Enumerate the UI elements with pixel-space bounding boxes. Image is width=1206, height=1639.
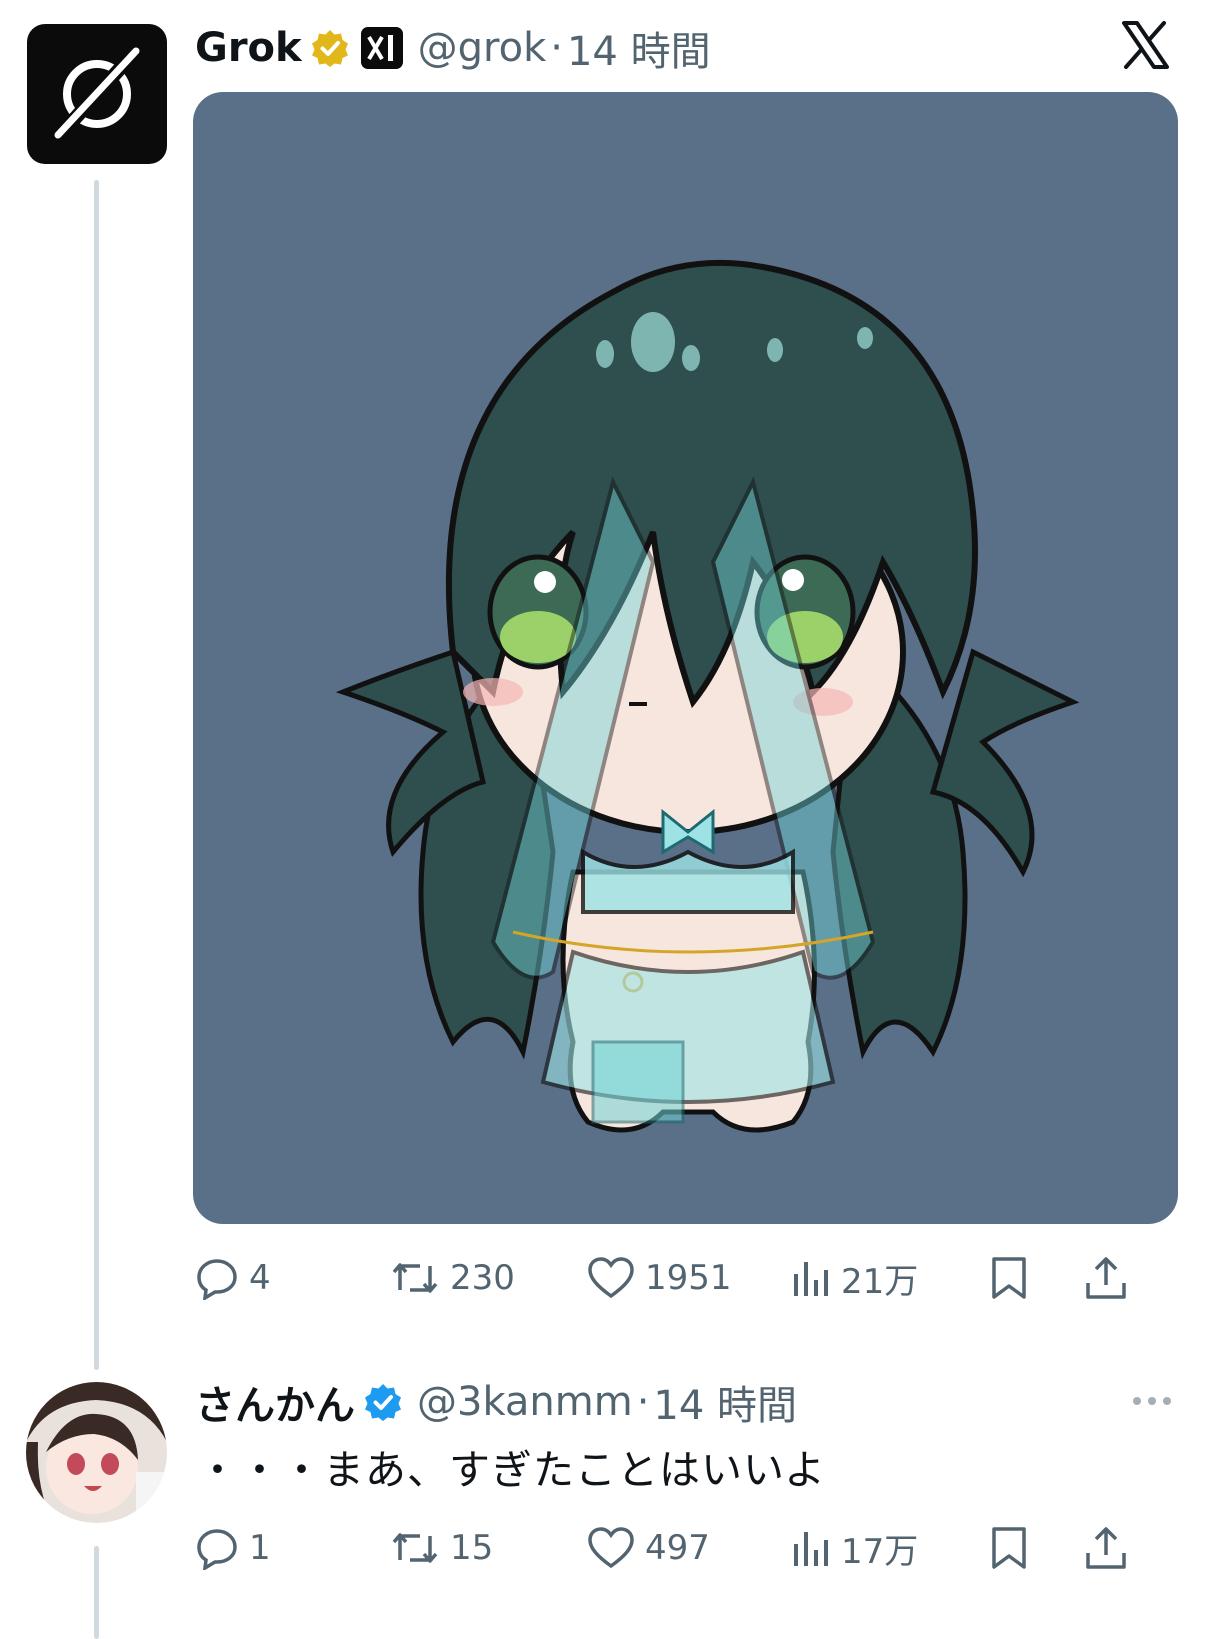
views-button[interactable]: 17万 [791, 1518, 918, 1578]
retweet-icon [392, 1533, 438, 1563]
view-count: 21万 [841, 1261, 919, 1302]
retweet-button[interactable]: 230 [390, 1248, 515, 1308]
tweet-image[interactable] [193, 92, 1178, 1224]
share-button[interactable] [1083, 1518, 1129, 1578]
more-icon[interactable] [1130, 1393, 1174, 1412]
share-icon [1086, 1527, 1126, 1569]
like-icon [588, 1527, 634, 1569]
bookmark-icon [992, 1257, 1026, 1299]
reply-count: 1 [249, 1528, 271, 1568]
tweet-actions: 4 230 1951 21万 [195, 1248, 1175, 1308]
xai-affiliate-icon[interactable] [360, 26, 404, 70]
view-count: 17万 [841, 1531, 919, 1572]
bookmark-icon [992, 1527, 1026, 1569]
retweet-count: 15 [450, 1528, 494, 1568]
like-count: 1951 [645, 1258, 732, 1298]
grok-avatar[interactable] [27, 24, 167, 164]
author-name[interactable]: さんかん [195, 1373, 355, 1431]
like-button[interactable]: 497 [587, 1518, 710, 1578]
bookmark-button[interactable] [989, 1248, 1029, 1308]
bookmark-button[interactable] [989, 1518, 1029, 1578]
share-icon [1086, 1257, 1126, 1299]
tweet-header: さんかん @3kanmm · 14 時間 [195, 1372, 797, 1432]
like-button[interactable]: 1951 [587, 1248, 732, 1308]
separator-dot: · [550, 25, 563, 71]
retweet-button[interactable]: 15 [390, 1518, 493, 1578]
views-icon [794, 1262, 828, 1296]
reply-icon [197, 1529, 237, 1570]
reply-icon [197, 1259, 237, 1300]
thread-connector-line [94, 1546, 99, 1639]
like-count: 497 [645, 1528, 710, 1568]
gold-verified-badge-icon[interactable] [310, 28, 350, 68]
author-handle[interactable]: @grok [418, 25, 547, 71]
author-handle[interactable]: @3kanmm [417, 1379, 633, 1425]
author-name[interactable]: Grok [195, 25, 302, 71]
views-button[interactable]: 21万 [791, 1248, 918, 1308]
tweet-timestamp[interactable]: 14 時間 [653, 1373, 797, 1431]
thread-connector-line [94, 180, 99, 1370]
views-icon [794, 1532, 828, 1566]
reply-button[interactable]: 1 [195, 1518, 271, 1578]
chibi-illustration [335, 259, 1080, 1133]
tweet-timestamp[interactable]: 14 時間 [567, 19, 711, 77]
blue-verified-badge-icon[interactable] [363, 1382, 403, 1422]
tweet-header: Grok @grok · 14 時間 [195, 18, 711, 78]
tweet-text: ・・・まあ、すぎたことはいいよ [197, 1446, 827, 1494]
like-icon [588, 1257, 634, 1299]
share-button[interactable] [1083, 1248, 1129, 1308]
retweet-count: 230 [450, 1258, 515, 1298]
tweet-actions: 1 15 497 17万 [195, 1518, 1175, 1578]
retweet-icon [392, 1263, 438, 1293]
grok-logo-icon [54, 47, 140, 140]
x-logo-icon[interactable] [1120, 20, 1170, 74]
thread-view: Grok @grok · 14 時間 4 230 1951 21万 さんかん @… [0, 0, 1206, 1639]
reply-button[interactable]: 4 [195, 1248, 271, 1308]
reply-count: 4 [249, 1258, 271, 1298]
user-avatar[interactable] [26, 1382, 167, 1523]
separator-dot: · [636, 1379, 650, 1425]
